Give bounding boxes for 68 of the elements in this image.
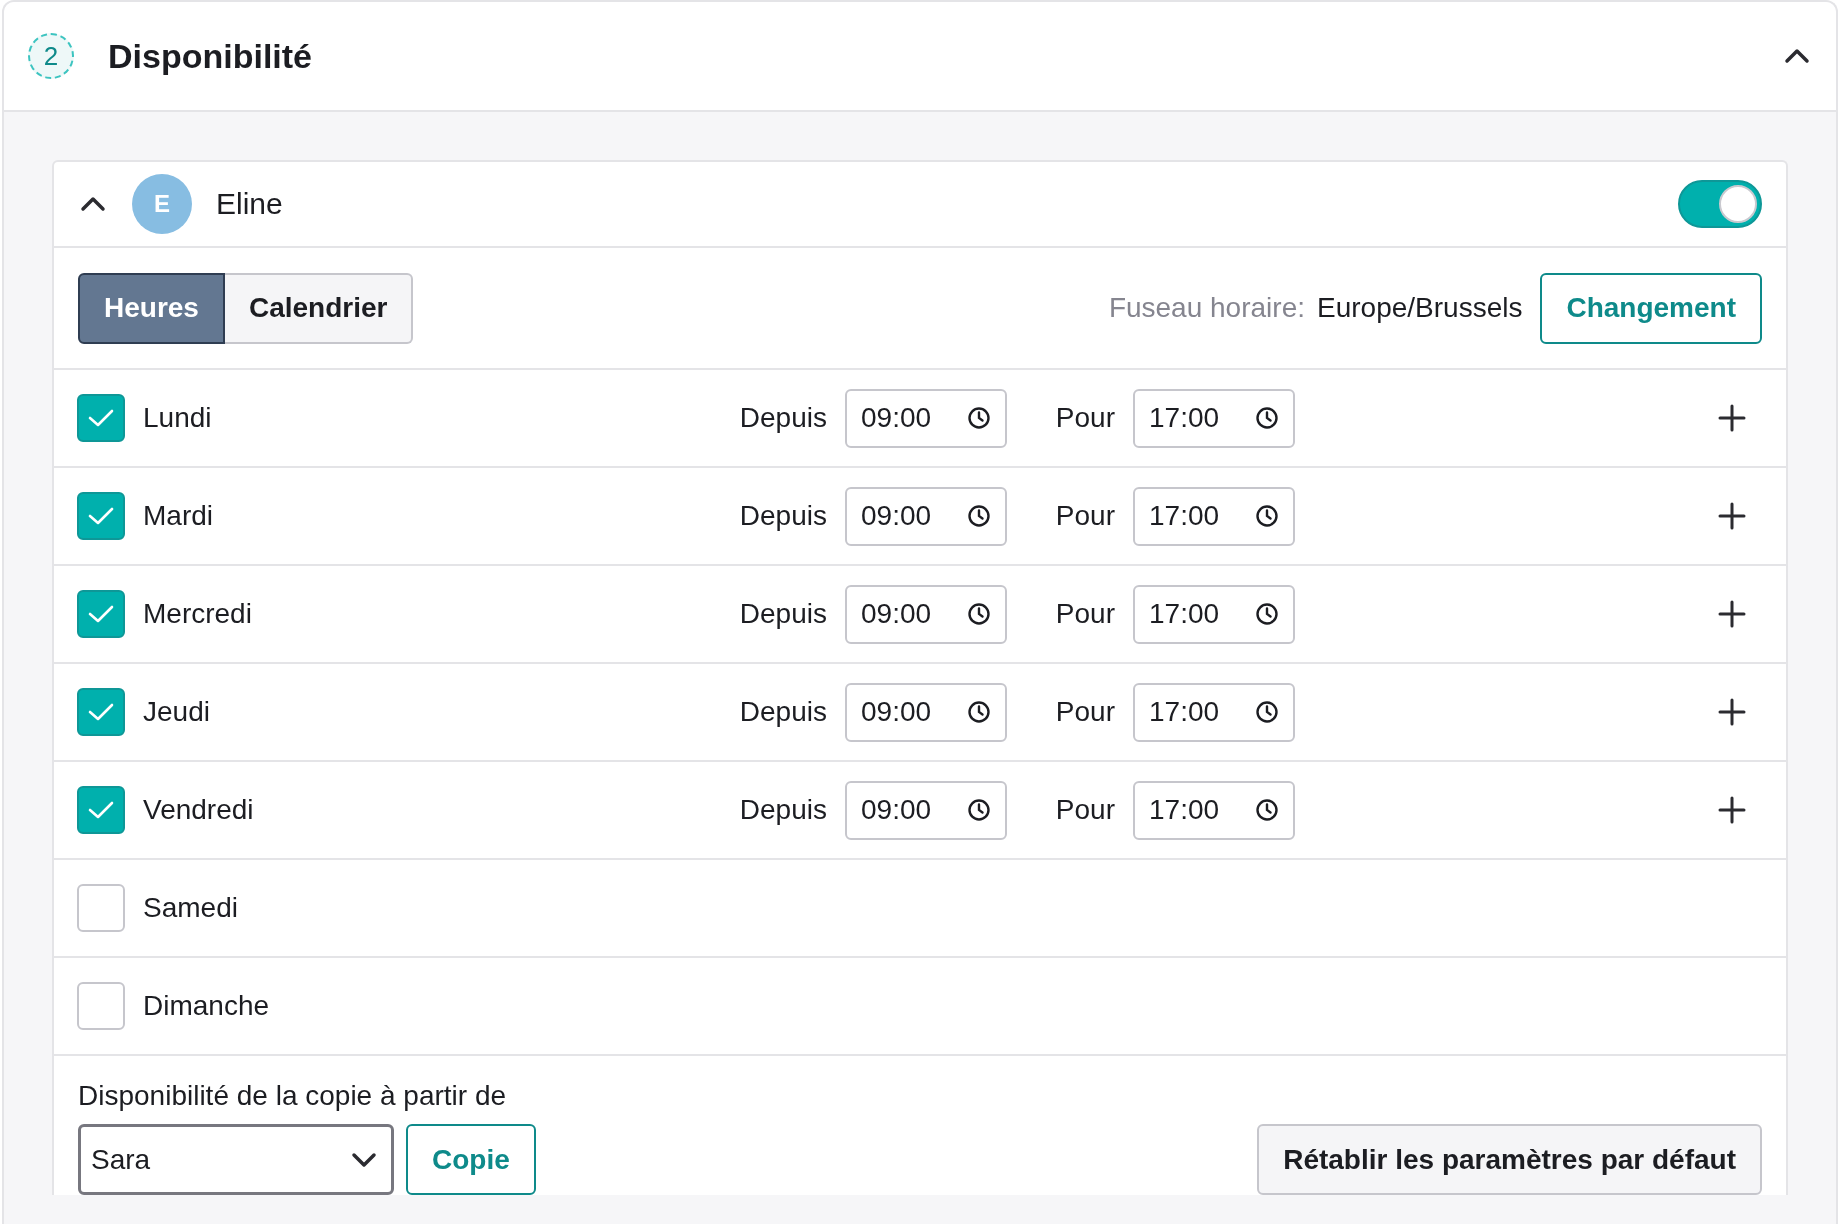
checkbox[interactable] [77, 884, 125, 932]
reset-button[interactable]: Rétablir les paramètres par défaut [1257, 1124, 1762, 1195]
chevron-up-icon [80, 196, 106, 212]
time-field[interactable]: 17:00 [1133, 486, 1295, 546]
member-name: Eline [216, 187, 284, 221]
collapse-button[interactable] [80, 196, 106, 212]
step-number: 2 [28, 33, 74, 79]
timezone-value: Europe/Brussels [1317, 292, 1523, 324]
time-field[interactable]: 17:00 [1133, 682, 1295, 742]
tab[interactable]: Heures [78, 272, 225, 344]
checkbox[interactable] [77, 786, 125, 834]
clock-icon [967, 700, 991, 724]
checkmark-icon [87, 407, 115, 429]
day-label: Jeudi [143, 696, 210, 728]
member-select[interactable]: Sara [78, 1124, 394, 1195]
clock-icon [967, 602, 991, 626]
chevron-down-icon [351, 1151, 377, 1168]
from-label: Depuis [739, 794, 827, 826]
day-label: Samedi [143, 892, 238, 924]
clock-icon [1255, 406, 1279, 430]
checkmark-icon [87, 505, 115, 527]
day-label: Mercredi [143, 598, 252, 630]
checkmark-icon [87, 799, 115, 821]
day-label: Dimanche [143, 990, 270, 1022]
from-label: Depuis [739, 402, 827, 434]
chevron-up-icon [1784, 48, 1810, 64]
to-label: Pour [1055, 500, 1115, 532]
avatar: E [132, 174, 192, 234]
checkbox[interactable] [77, 688, 125, 736]
clock-icon [967, 798, 991, 822]
clock-icon [967, 406, 991, 430]
from-label: Depuis [739, 696, 827, 728]
change-button[interactable]: Changement [1540, 272, 1762, 344]
section-title: Disponibilité [108, 36, 313, 76]
time-field[interactable]: 17:00 [1133, 584, 1295, 644]
collapse-button[interactable] [1784, 48, 1810, 64]
checkbox[interactable] [77, 590, 125, 638]
to-label: Pour [1055, 794, 1115, 826]
time-field[interactable]: 17:00 [1133, 780, 1295, 840]
time-field[interactable]: 09:00 [845, 486, 1007, 546]
checkmark-icon [87, 603, 115, 625]
checkmark-icon [87, 701, 115, 723]
time-field[interactable]: 09:00 [845, 584, 1007, 644]
from-label: Depuis [739, 598, 827, 630]
day-label: Mardi [143, 500, 213, 532]
clock-icon [1255, 602, 1279, 626]
copy-button[interactable]: Copie [406, 1124, 536, 1195]
checkbox[interactable] [77, 394, 125, 442]
clock-icon [1255, 700, 1279, 724]
time-field[interactable]: 17:00 [1133, 388, 1295, 448]
copy-label: Disponibilité de la copie à partir de [78, 1080, 508, 1112]
time-field[interactable]: 09:00 [845, 780, 1007, 840]
clock-icon [1255, 798, 1279, 822]
time-field[interactable]: 09:00 [845, 388, 1007, 448]
clock-icon [967, 504, 991, 528]
checkbox[interactable] [77, 492, 125, 540]
checkbox[interactable] [77, 982, 125, 1030]
time-field[interactable]: 09:00 [845, 682, 1007, 742]
toggle-switch[interactable] [1678, 180, 1762, 228]
to-label: Pour [1055, 402, 1115, 434]
timezone-label: Fuseau horaire: [1108, 292, 1305, 324]
to-label: Pour [1055, 598, 1115, 630]
to-label: Pour [1055, 696, 1115, 728]
day-label: Vendredi [143, 794, 254, 826]
tab[interactable]: Calendrier [224, 272, 414, 344]
clock-icon [1255, 504, 1279, 528]
from-label: Depuis [739, 500, 827, 532]
day-label: Lundi [143, 402, 212, 434]
